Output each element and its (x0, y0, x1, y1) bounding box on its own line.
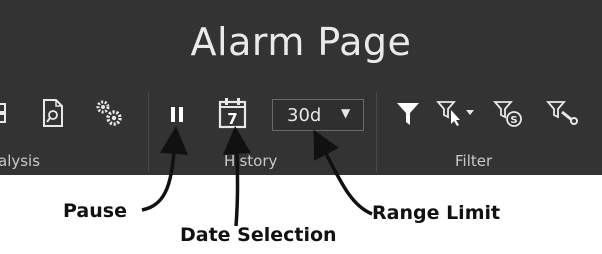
annotation-date-selection: Date Selection (180, 224, 337, 246)
annotation-pause: Pause (63, 200, 127, 222)
annotation-range-limit: Range Limit (372, 202, 501, 224)
